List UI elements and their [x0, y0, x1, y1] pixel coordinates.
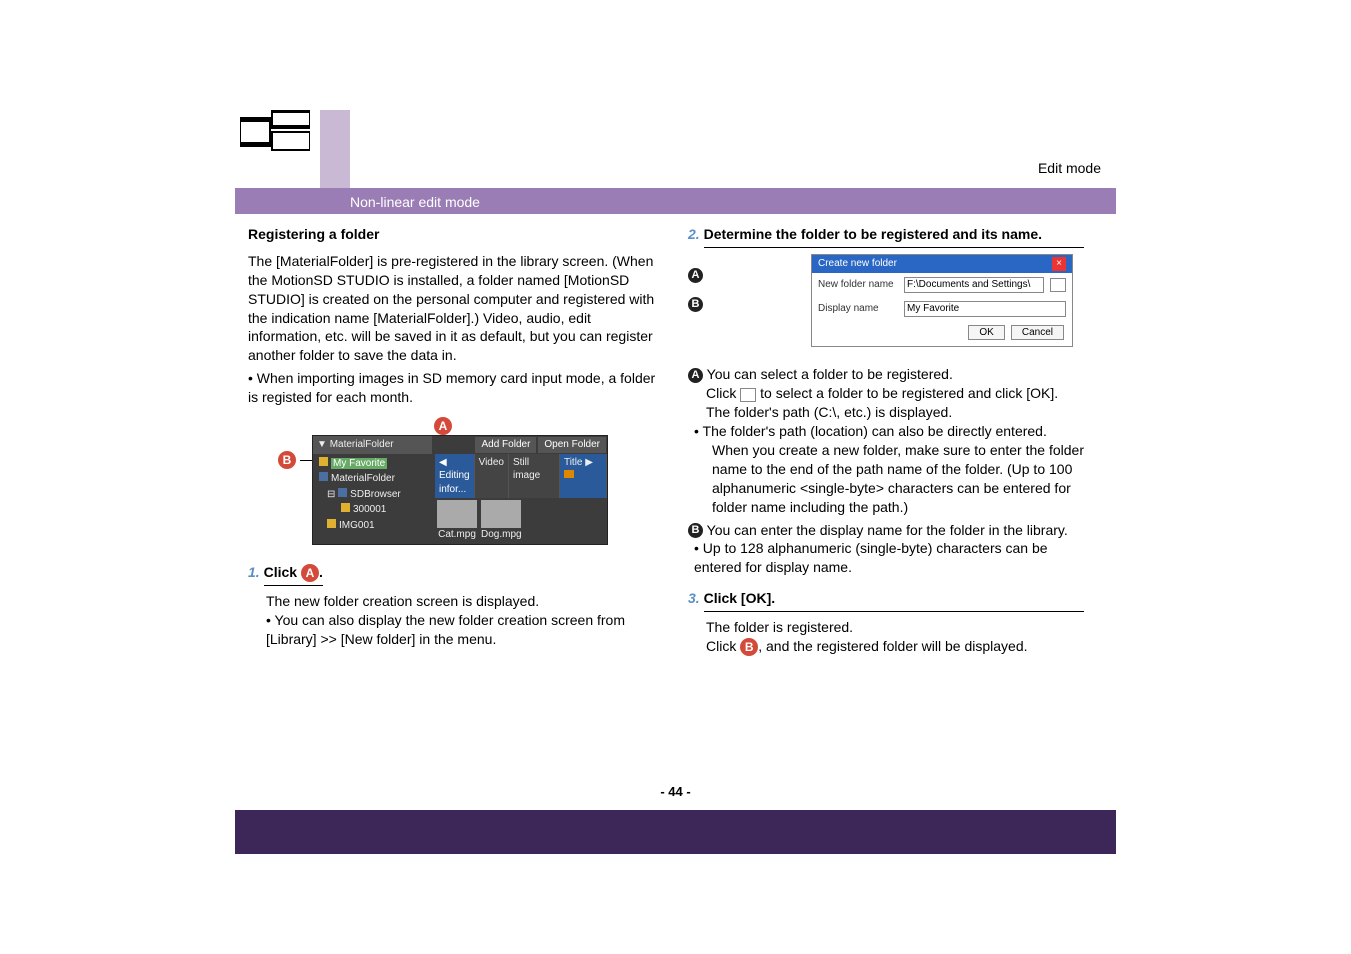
step-1-title: Click A. [264, 563, 323, 586]
filmstrip-logo [240, 110, 310, 160]
bottom-bar [235, 810, 1116, 854]
display-name-input[interactable] [904, 301, 1066, 317]
callout-b-bullet: • Up to 128 alphanumeric (single-byte) c… [694, 539, 1098, 577]
badge-a-inline: A [301, 564, 319, 582]
tree-item[interactable]: MaterialFolder [331, 473, 395, 484]
step-1-num: 1. [248, 564, 260, 580]
tree-item[interactable]: 300001 [353, 504, 386, 515]
dialog-title: Create new folder [818, 257, 897, 271]
content: Registering a folder The [MaterialFolder… [248, 225, 1103, 834]
tab-video[interactable]: Video [475, 454, 509, 499]
page-number: - 44 - [0, 784, 1351, 799]
dialog-callout-a: A [688, 268, 703, 283]
step-3-num: 3. [688, 590, 700, 606]
create-folder-dialog: Create new folder × New folder name Disp… [811, 254, 1073, 348]
close-icon[interactable]: × [1052, 257, 1066, 271]
step-3-title: Click [OK]. [704, 589, 1084, 612]
edit-mode-label: Edit mode [1038, 160, 1101, 176]
tab-still[interactable]: Still image [509, 454, 560, 499]
logo-strip [320, 110, 350, 188]
right-column: 2. Determine the folder to be registered… [688, 225, 1098, 834]
step-2-num: 2. [688, 226, 700, 242]
folder-browse-icon[interactable] [1050, 278, 1066, 292]
step-2-title: Determine the folder to be registered an… [704, 225, 1084, 248]
callout-b-text: B [688, 523, 703, 538]
thumbnail[interactable] [481, 500, 521, 528]
callout-a-bullet: • The folder's path (location) can also … [694, 422, 1098, 441]
cancel-button[interactable]: Cancel [1011, 325, 1064, 341]
add-folder-button[interactable]: Add Folder [475, 437, 536, 453]
left-column: Registering a folder The [MaterialFolder… [248, 225, 658, 834]
callout-b-side: B [278, 451, 296, 469]
tree-item[interactable]: SDBrowser [350, 489, 401, 500]
open-folder-button[interactable]: Open Folder [538, 437, 606, 453]
callout-a-top: A [434, 417, 452, 435]
new-folder-name-label: New folder name [818, 278, 898, 292]
badge-b-inline: B [740, 638, 758, 656]
intro-bullet: • When importing images in SD memory car… [248, 369, 658, 407]
tree-selected[interactable]: My Favorite [331, 458, 387, 469]
heading-registering: Registering a folder [248, 225, 658, 244]
folder-icon [740, 388, 756, 402]
library-screenshot: A B ▼ MaterialFolder Add Folder Open Fol… [278, 417, 608, 545]
thumbnail[interactable] [437, 500, 477, 528]
display-name-label: Display name [818, 302, 898, 316]
intro-paragraph: The [MaterialFolder] is pre-registered i… [248, 252, 658, 365]
step1-bullet: • You can also display the new folder cr… [266, 611, 658, 649]
tab-edit[interactable]: Editing infor... [439, 470, 470, 495]
step1-line1: The new folder creation screen is displa… [266, 592, 658, 611]
dialog-callout-b: B [688, 297, 703, 312]
callout-a-text: A [688, 368, 703, 383]
ok-button[interactable]: OK [968, 325, 1004, 341]
new-folder-name-input[interactable] [904, 277, 1044, 293]
tree-item[interactable]: IMG001 [339, 520, 375, 531]
section-banner-text: Non-linear edit mode [350, 194, 480, 210]
